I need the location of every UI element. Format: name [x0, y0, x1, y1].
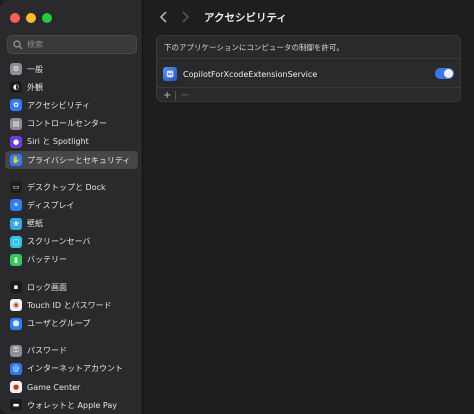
search-field[interactable] [7, 35, 137, 54]
screensaver-icon: ▢ [10, 235, 22, 248]
window-controls [10, 13, 52, 23]
page-title: アクセシビリティ [204, 11, 287, 24]
minimize-button[interactable] [26, 13, 36, 23]
sidebar-item[interactable]: ✋ プライバシーとセキュリティ [5, 150, 138, 170]
sidebar-separator [5, 269, 138, 278]
remove-button[interactable]: − [176, 90, 192, 101]
wallpaper-icon: ❀ [10, 217, 22, 230]
app-name: CopilotForXcodeExtensionService [183, 69, 318, 79]
sidebar-item-label: Game Center [27, 382, 81, 392]
divider [157, 87, 460, 88]
sidebar-item-label: コントロールセンター [27, 119, 107, 129]
sidebar-separator [5, 333, 138, 342]
gear-icon: ⚙ [10, 63, 22, 76]
sidebar-item[interactable]: ⚿ パスワード [5, 342, 138, 360]
sidebar-item-label: Siri と Spotlight [27, 137, 89, 147]
search-input[interactable] [27, 40, 127, 49]
sidebar-item-label: バッテリー [27, 255, 67, 265]
sidebar-item-label: ユーザとグループ [27, 319, 91, 329]
sidebar-item[interactable]: ☀ ディスプレイ [5, 196, 138, 214]
accessibility-apps-panel: 下のアプリケーションにコンピュータの制御を許可。 CopilotForXcode… [156, 35, 461, 102]
key-icon: ⚿ [10, 344, 22, 357]
wallet-icon: ▬ [10, 399, 22, 412]
app-toggle[interactable] [435, 68, 454, 79]
sidebar-separator [5, 169, 138, 178]
sidebar-item[interactable]: ☻ ユーザとグループ [5, 314, 138, 332]
search-icon [13, 39, 23, 49]
sidebar-item-label: Touch ID とパスワード [27, 300, 112, 310]
lock-icon: ▪ [10, 281, 22, 294]
sidebar-item-label: 一般 [27, 64, 43, 74]
sidebar-item-label: ロック画面 [27, 282, 67, 292]
sidebar-item[interactable]: ▭ デスクトップと Dock [5, 178, 138, 196]
add-button[interactable]: + [159, 90, 175, 101]
sidebar-item[interactable]: ● Game Center [5, 378, 138, 396]
game-center-icon: ● [10, 381, 22, 394]
sidebar-nav: ⚙ 一般 ◐ 外観 ✿ アクセシビリティ ▤ コントロールセンター ● Siri と Spotli… [5, 60, 138, 414]
sidebar-item[interactable]: ▤ コントロールセンター [5, 115, 138, 133]
back-button[interactable] [156, 10, 170, 24]
sidebar-item[interactable]: ▢ スクリーンセーバ [5, 233, 138, 251]
zoom-button[interactable] [42, 13, 52, 23]
sidebar-item[interactable]: ⚙ 一般 [5, 60, 138, 78]
sidebar-item-label: 壁紙 [27, 219, 43, 229]
main-pane: アクセシビリティ 下のアプリケーションにコンピュータの制御を許可。 Copilo… [144, 0, 474, 414]
sidebar-item[interactable]: ● Siri と Spotlight [5, 133, 138, 151]
sidebar-item[interactable]: ▮ バッテリー [5, 251, 138, 269]
app-row: CopilotForXcodeExtensionService [163, 65, 456, 83]
sidebar-item-label: ディスプレイ [27, 200, 75, 210]
control-center-icon: ▤ [10, 117, 22, 130]
privacy-hand-icon: ✋ [10, 154, 22, 167]
sidebar-item-label: パスワード [27, 346, 67, 356]
accessibility-icon: ✿ [10, 99, 22, 112]
chevron-left-icon [159, 11, 167, 23]
appearance-icon: ◐ [10, 81, 22, 94]
sidebar: ⚙ 一般 ◐ 外観 ✿ アクセシビリティ ▤ コントロールセンター ● Siri と Spotli… [0, 0, 143, 414]
sidebar-item-label: デスクトップと Dock [27, 182, 106, 192]
sidebar-item[interactable]: @ インターネットアカウント [5, 360, 138, 378]
add-remove-bar: + − [159, 89, 193, 101]
panel-description: 下のアプリケーションにコンピュータの制御を許可。 [164, 43, 344, 52]
sidebar-item-label: インターネットアカウント [27, 364, 123, 374]
sidebar-item[interactable]: ◉ Touch ID とパスワード [5, 296, 138, 314]
battery-icon: ▮ [10, 253, 22, 266]
forward-button[interactable] [178, 10, 192, 24]
settings-window: ⚙ 一般 ◐ 外観 ✿ アクセシビリティ ▤ コントロールセンター ● Siri と Spotli… [0, 0, 474, 414]
at-icon: @ [10, 362, 22, 375]
copilot-app-icon [163, 67, 177, 81]
sidebar-item[interactable]: ◐ 外観 [5, 78, 138, 96]
sidebar-item[interactable]: ✿ アクセシビリティ [5, 96, 138, 114]
chevron-right-icon [181, 11, 189, 23]
fingerprint-icon: ◉ [10, 299, 22, 312]
sidebar-item-label: プライバシーとセキュリティ [27, 155, 131, 165]
display-icon: ☀ [10, 199, 22, 212]
siri-icon: ● [10, 135, 22, 148]
sidebar-item-label: アクセシビリティ [27, 100, 91, 110]
sidebar-item[interactable]: ▬ ウォレットと Apple Pay [5, 396, 138, 414]
sidebar-item-label: ウォレットと Apple Pay [27, 400, 117, 410]
toolbar: アクセシビリティ [144, 0, 474, 34]
sidebar-item-label: 外観 [27, 82, 43, 92]
sidebar-item[interactable]: ▪ ロック画面 [5, 278, 138, 296]
close-button[interactable] [10, 13, 20, 23]
sidebar-item[interactable]: ❀ 壁紙 [5, 215, 138, 233]
divider [157, 58, 460, 59]
sidebar-item-label: スクリーンセーバ [27, 237, 91, 247]
dock-icon: ▭ [10, 181, 22, 194]
users-icon: ☻ [10, 317, 22, 330]
